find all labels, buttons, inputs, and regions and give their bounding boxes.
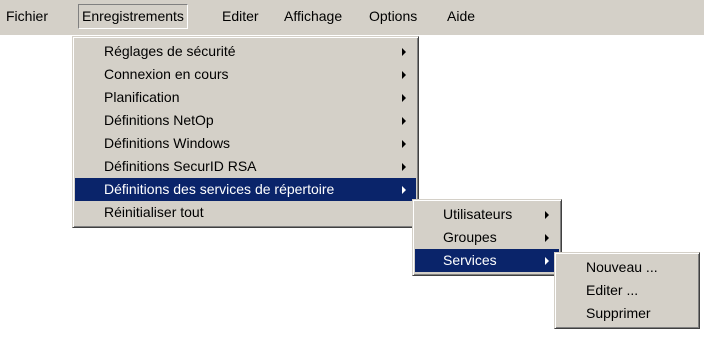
- menu-item-definitions-securid[interactable]: Définitions SecurID RSA: [75, 155, 416, 178]
- menu-item-label: Définitions NetOp: [104, 112, 214, 128]
- menu-fichier[interactable]: Fichier: [3, 4, 51, 29]
- menu-item-definitions-services-repertoire[interactable]: Définitions des services de répertoire: [75, 178, 416, 201]
- menu-item-supprimer[interactable]: Supprimer: [557, 302, 697, 325]
- submenu-arrow-icon: [402, 186, 406, 194]
- menu-item-services[interactable]: Services: [415, 249, 559, 272]
- menu-item-nouveau[interactable]: Nouveau ...: [557, 256, 697, 279]
- submenu-arrow-icon: [545, 211, 549, 219]
- menu-item-definitions-windows[interactable]: Définitions Windows: [75, 132, 416, 155]
- menu-enregistrements[interactable]: Enregistrements: [78, 4, 188, 29]
- submenu-arrow-icon: [402, 117, 406, 125]
- menu-editer[interactable]: Editer: [219, 4, 262, 29]
- menu-item-label: Supprimer: [586, 305, 651, 321]
- menu-item-label: Définitions Windows: [104, 135, 231, 151]
- submenu-arrow-icon: [545, 234, 549, 242]
- menu-item-planification[interactable]: Planification: [75, 86, 416, 109]
- menu-item-connexion-en-cours[interactable]: Connexion en cours: [75, 63, 416, 86]
- menu-item-label: Services: [443, 252, 497, 268]
- submenu-arrow-icon: [402, 71, 406, 79]
- menu-item-label: Réinitialiser tout: [104, 204, 204, 220]
- repertoire-submenu: Utilisateurs Groupes Services: [412, 199, 562, 276]
- enregistrements-dropdown: Réglages de sécurité Connexion en cours …: [72, 36, 419, 228]
- menu-item-label: Réglages de sécurité: [104, 43, 236, 59]
- menu-affichage[interactable]: Affichage: [281, 4, 345, 29]
- menu-item-reglages-securite[interactable]: Réglages de sécurité: [75, 40, 416, 63]
- menu-item-label: Définitions SecurID RSA: [104, 158, 257, 174]
- menu-item-groupes[interactable]: Groupes: [415, 226, 559, 249]
- menu-item-label: Nouveau ...: [586, 259, 658, 275]
- menu-item-label: Connexion en cours: [104, 66, 229, 82]
- menu-bar: Fichier Enregistrements Editer Affichage…: [0, 0, 704, 35]
- submenu-arrow-icon: [402, 140, 406, 148]
- application-window: Fichier Enregistrements Editer Affichage…: [0, 0, 704, 340]
- services-submenu: Nouveau ... Editer ... Supprimer: [554, 252, 700, 329]
- menu-item-label: Définitions des services de répertoire: [104, 181, 335, 197]
- menu-item-label: Groupes: [443, 229, 497, 245]
- submenu-arrow-icon: [545, 257, 549, 265]
- menu-item-reinitialiser-tout[interactable]: Réinitialiser tout: [75, 201, 416, 224]
- submenu-arrow-icon: [402, 94, 406, 102]
- menu-item-label: Editer ...: [586, 282, 639, 298]
- menu-item-definitions-netop[interactable]: Définitions NetOp: [75, 109, 416, 132]
- menu-item-label: Utilisateurs: [443, 206, 513, 222]
- menu-item-editer[interactable]: Editer ...: [557, 279, 697, 302]
- menu-item-utilisateurs[interactable]: Utilisateurs: [415, 203, 559, 226]
- submenu-arrow-icon: [402, 163, 406, 171]
- menu-options[interactable]: Options: [366, 4, 420, 29]
- menu-item-label: Planification: [104, 89, 180, 105]
- menu-aide[interactable]: Aide: [444, 4, 478, 29]
- submenu-arrow-icon: [402, 48, 406, 56]
